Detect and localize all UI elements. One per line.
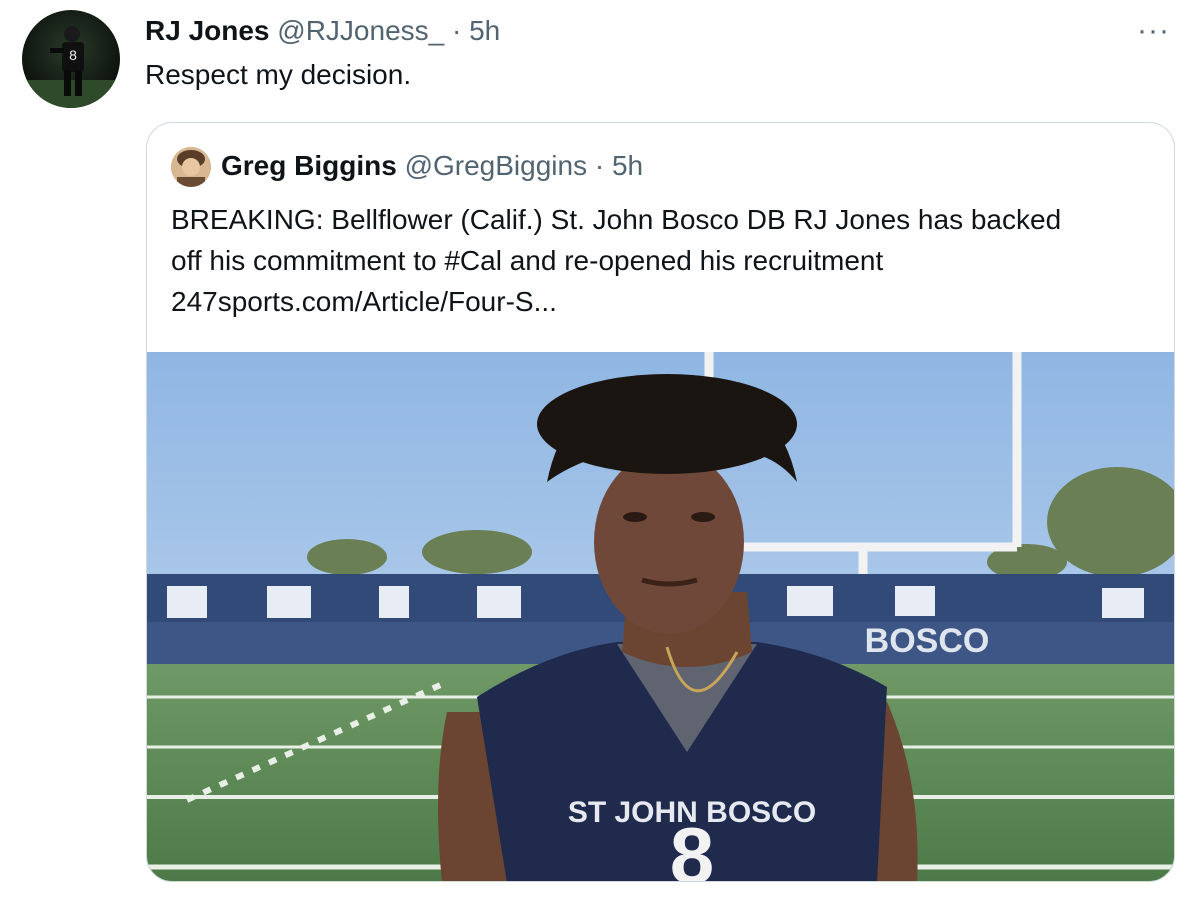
- tweet-time[interactable]: 5h: [469, 15, 500, 46]
- quoted-tweet[interactable]: Greg Biggins @GregBiggins · 5h BREAKING:…: [146, 122, 1175, 882]
- quoted-tweet-text: BREAKING: Bellflower (Calif.) St. John B…: [171, 199, 1161, 322]
- author-name[interactable]: RJ Jones: [145, 15, 270, 46]
- athlete-photo: BOSCO ST JOHN BOSCO 8: [147, 352, 1174, 882]
- author-avatar[interactable]: 8: [22, 10, 120, 108]
- quoted-text-line-1: BREAKING: Bellflower (Calif.) St. John B…: [171, 204, 1062, 235]
- separator-dot: ·: [594, 150, 605, 181]
- quoted-author-avatar[interactable]: [171, 147, 211, 187]
- quoted-tweet-header: Greg Biggins @GregBiggins · 5h: [221, 149, 643, 183]
- face: [594, 450, 744, 634]
- tweet-text: Respect my decision.: [145, 59, 412, 90]
- article-link[interactable]: 247sports.com/Article/Four-S...: [171, 281, 1161, 322]
- quoted-tweet-time[interactable]: 5h: [612, 150, 643, 181]
- quoted-author-name[interactable]: Greg Biggins: [221, 150, 397, 181]
- author-handle[interactable]: @RJJoness_: [277, 15, 444, 46]
- tweet-header: RJ Jones @RJJoness_ · 5h: [145, 14, 500, 48]
- football-player-icon: 8: [22, 26, 120, 108]
- separator-dot: ·: [452, 15, 462, 46]
- jersey-number: 8: [670, 811, 715, 882]
- more-options-icon[interactable]: ···: [1137, 14, 1170, 48]
- stadium-sign: BOSCO: [865, 622, 990, 660]
- quoted-author-handle[interactable]: @GregBiggins: [405, 150, 588, 181]
- person-face-icon: [171, 147, 211, 187]
- quoted-text-line-2: off his commitment to #Cal and re-opened…: [171, 245, 884, 276]
- tweet[interactable]: 8 RJ Jones @RJJoness_ · 5h ··· Respect m…: [0, 0, 1200, 909]
- svg-text:8: 8: [69, 47, 77, 63]
- quoted-tweet-photo[interactable]: BOSCO ST JOHN BOSCO 8: [147, 352, 1174, 882]
